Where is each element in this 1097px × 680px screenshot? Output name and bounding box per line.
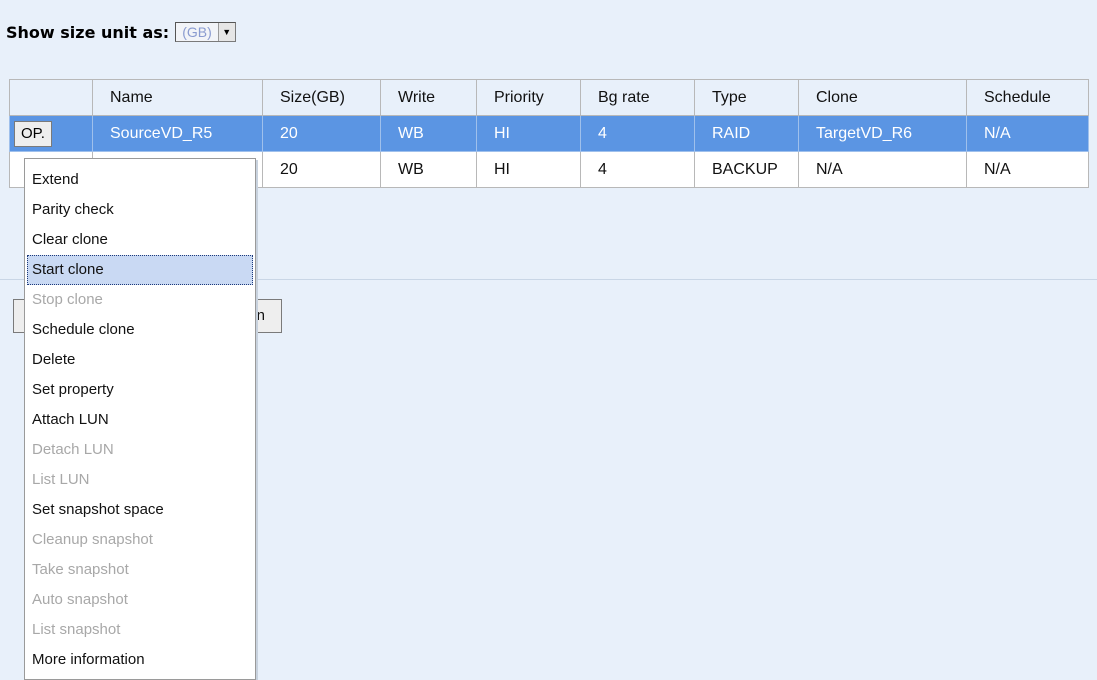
menu-item-list-lun: List LUN — [32, 471, 90, 488]
cell-priority: HI — [476, 151, 581, 188]
op-cell: OP. — [9, 115, 93, 152]
op-button[interactable]: OP. — [14, 120, 52, 147]
cell-bg-rate: 4 — [580, 115, 695, 152]
column-header-name[interactable]: Name — [92, 79, 263, 116]
column-header-clone[interactable]: Clone — [798, 79, 967, 116]
cell-type: RAID — [694, 115, 799, 152]
cell-name: SourceVD_R5 — [92, 115, 263, 152]
menu-item-start-clone[interactable]: Start clone — [27, 255, 253, 285]
column-header-priority[interactable]: Priority — [476, 79, 581, 116]
cell-clone: N/A — [798, 151, 967, 188]
cell-size: 20 — [262, 115, 381, 152]
cell-schedule: N/A — [966, 115, 1089, 152]
table-header-row: Name Size(GB) Write Priority Bg rate Typ… — [9, 79, 1089, 116]
menu-item-cleanup-snapshot: Cleanup snapshot — [32, 531, 153, 548]
table-row[interactable]: OP. SourceVD_R5 20 WB HI 4 RAID TargetVD… — [9, 115, 1089, 152]
menu-item-stop-clone: Stop clone — [32, 291, 103, 308]
column-header-schedule[interactable]: Schedule — [966, 79, 1089, 116]
cell-size: 20 — [262, 151, 381, 188]
menu-item-set-snapshot-space[interactable]: Set snapshot space — [27, 495, 253, 525]
menu-item-extend[interactable]: Extend — [27, 165, 253, 195]
menu-item-parity-check[interactable]: Parity check — [27, 195, 253, 225]
section-divider-left — [0, 279, 24, 280]
cell-clone: TargetVD_R6 — [798, 115, 967, 152]
op-context-menu: Extend Parity check Clear clone Start cl… — [24, 158, 256, 680]
menu-item-detach-lun: Detach LUN — [32, 441, 114, 458]
menu-item-more-information[interactable]: More information — [27, 645, 253, 675]
chevron-down-icon[interactable]: ▼ — [217, 23, 235, 41]
column-header-write[interactable]: Write — [380, 79, 477, 116]
size-unit-row: Show size unit as: (GB) ▼ — [6, 20, 236, 44]
cell-write: WB — [380, 151, 477, 188]
menu-item-clear-clone[interactable]: Clear clone — [27, 225, 253, 255]
menu-item-list-snapshot: List snapshot — [32, 621, 121, 638]
menu-item-take-snapshot: Take snapshot — [32, 561, 129, 578]
column-header-op — [9, 79, 93, 116]
column-header-type[interactable]: Type — [694, 79, 799, 116]
cell-bg-rate: 4 — [580, 151, 695, 188]
column-header-bg-rate[interactable]: Bg rate — [580, 79, 695, 116]
menu-item-auto-snapshot: Auto snapshot — [32, 591, 128, 608]
cell-schedule: N/A — [966, 151, 1089, 188]
column-header-size[interactable]: Size(GB) — [262, 79, 381, 116]
size-unit-label: Show size unit as: — [6, 22, 170, 42]
cell-write: WB — [380, 115, 477, 152]
section-divider — [256, 279, 1097, 280]
cell-type: BACKUP — [694, 151, 799, 188]
menu-item-schedule-clone[interactable]: Schedule clone — [27, 315, 253, 345]
menu-item-set-property[interactable]: Set property — [27, 375, 253, 405]
size-unit-value: (GB) — [182, 24, 212, 40]
size-unit-select[interactable]: (GB) ▼ — [175, 22, 236, 42]
menu-item-attach-lun[interactable]: Attach LUN — [27, 405, 253, 435]
menu-item-delete[interactable]: Delete — [27, 345, 253, 375]
cell-priority: HI — [476, 115, 581, 152]
